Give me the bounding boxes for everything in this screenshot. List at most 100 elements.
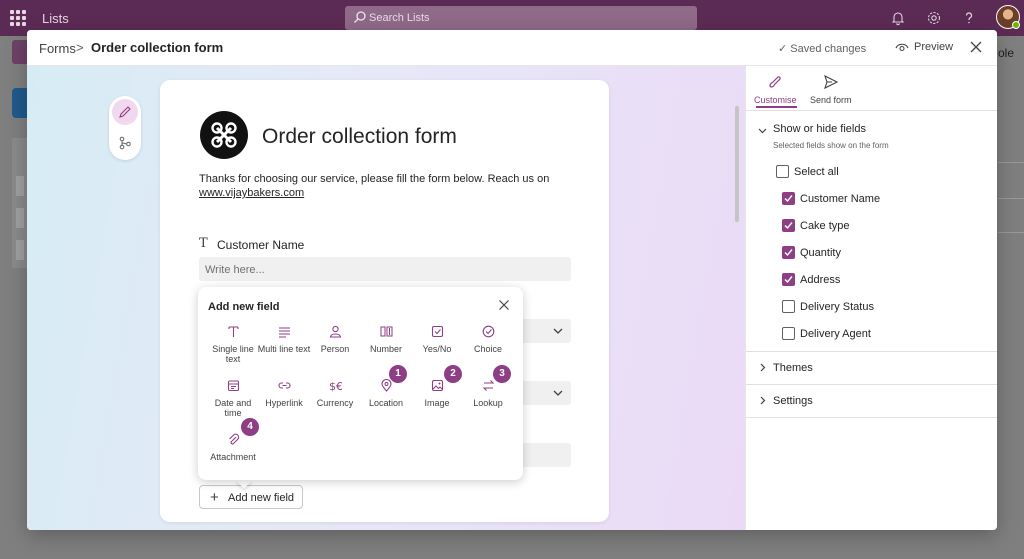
option-currency[interactable]: $€ Currency	[308, 379, 362, 408]
field-label-customer-name[interactable]: Customer Name	[217, 238, 304, 252]
breadcrumb-separator: >	[76, 40, 84, 55]
field-toggle-label[interactable]: Delivery Status	[800, 301, 874, 313]
checkbox-address[interactable]	[782, 273, 795, 286]
option-person[interactable]: Person	[308, 325, 362, 354]
logo-knot-icon	[211, 122, 237, 148]
option-single-line-text[interactable]: Single line text	[206, 325, 260, 364]
customer-name-input[interactable]: Write here...	[199, 257, 571, 281]
field-toggle-label[interactable]: Delivery Agent	[800, 328, 871, 340]
gear-icon[interactable]	[926, 10, 942, 26]
checkbox-quantity[interactable]	[782, 246, 795, 259]
calendar-icon	[227, 380, 239, 392]
active-tab-indicator	[756, 106, 797, 108]
callout-badge-3: 3	[493, 365, 511, 383]
select-all-label[interactable]: Select all	[794, 166, 839, 178]
tab-customise-label: Customise	[754, 95, 797, 105]
option-choice[interactable]: Choice	[461, 325, 515, 354]
tool-rail	[109, 96, 141, 160]
option-yes-no[interactable]: Yes/No	[410, 325, 464, 354]
background-divider	[998, 162, 1024, 163]
themes-title: Themes	[773, 362, 813, 374]
form-description[interactable]: Thanks for choosing our service, please …	[199, 172, 559, 187]
option-attachment[interactable]: Attachment	[206, 433, 260, 462]
option-label: Attachment	[210, 452, 256, 462]
chevron-down-icon	[758, 128, 767, 134]
saved-status: ✓ Saved changes	[778, 43, 867, 55]
branch-icon	[119, 136, 131, 150]
select-all-checkbox[interactable]	[776, 165, 789, 178]
checkmark-icon	[784, 276, 793, 284]
close-icon[interactable]	[498, 299, 510, 311]
option-label: Location	[368, 398, 404, 408]
branching-tool-button[interactable]	[112, 130, 138, 156]
callout-badge-2: 2	[444, 365, 462, 383]
text-icon	[227, 326, 239, 337]
link-icon	[277, 382, 291, 389]
canvas-scrollbar[interactable]	[735, 106, 739, 222]
preview-button[interactable]: Preview	[914, 41, 953, 53]
form-title[interactable]: Order collection form	[262, 125, 457, 149]
show-hide-title: Show or hide fields	[773, 123, 866, 135]
add-new-field-label: Add new field	[228, 492, 295, 504]
option-location[interactable]: Location	[359, 379, 413, 408]
option-lookup[interactable]: Lookup	[461, 379, 515, 408]
option-label: Single line text	[212, 344, 254, 364]
eye-icon[interactable]	[895, 41, 909, 53]
checkbox-delivery-status[interactable]	[782, 300, 795, 313]
option-multi-line-text[interactable]: Multi line text	[257, 325, 311, 354]
option-number[interactable]: Number	[359, 325, 413, 354]
checkbox-cake-type[interactable]	[782, 219, 795, 232]
text-field-type-icon: T	[199, 236, 208, 251]
checkmark-icon	[784, 195, 793, 203]
field-toggle-label[interactable]: Cake type	[800, 220, 850, 232]
pane-divider	[746, 110, 997, 111]
help-icon[interactable]	[961, 10, 977, 26]
breadcrumb-forms[interactable]: Forms	[39, 41, 76, 56]
tab-send-form[interactable]: Send form	[810, 74, 852, 105]
checkbox-delivery-agent[interactable]	[782, 327, 795, 340]
lookup-icon	[482, 380, 494, 391]
checkbox-customer-name[interactable]	[782, 192, 795, 205]
waffle-icon[interactable]	[10, 10, 26, 26]
background-row	[16, 176, 24, 196]
background-row	[16, 240, 24, 260]
option-date-and-time[interactable]: Date and time	[206, 379, 260, 418]
field-toggle-label[interactable]: Quantity	[800, 247, 841, 259]
breadcrumb-current: Order collection form	[91, 40, 224, 55]
image-icon	[431, 379, 443, 392]
pane-divider	[746, 384, 997, 385]
field-toggle-label[interactable]: Address	[800, 274, 840, 286]
paint-icon	[769, 76, 781, 88]
add-field-popover: Add new field Single line text Multi lin…	[198, 287, 523, 480]
option-label: Number	[369, 344, 402, 354]
edit-tool-button[interactable]	[112, 99, 138, 125]
form-website-link[interactable]: www.vijaybakers.com	[199, 187, 304, 199]
form-logo[interactable]	[200, 111, 248, 159]
chevron-down-icon	[553, 328, 563, 334]
checkmark-icon	[784, 249, 793, 257]
callout-badge-4: 4	[241, 418, 259, 436]
close-icon[interactable]	[969, 40, 983, 54]
number-icon	[380, 326, 392, 337]
background-row	[16, 208, 24, 228]
pane-divider	[746, 351, 997, 352]
option-label: Yes/No	[422, 344, 452, 354]
presence-dot	[1012, 21, 1020, 29]
option-label: Hyperlink	[265, 398, 303, 408]
attachment-icon	[228, 433, 239, 445]
suite-search-box[interactable]: Search Lists	[345, 6, 697, 30]
person-icon	[329, 325, 341, 338]
add-new-field-button[interactable]: + Add new field	[199, 485, 303, 509]
popover-title: Add new field	[208, 301, 280, 313]
option-image[interactable]: Image	[410, 379, 464, 408]
app-name[interactable]: Lists	[42, 11, 69, 26]
bell-icon[interactable]	[890, 10, 906, 26]
field-toggle-label[interactable]: Customer Name	[800, 193, 880, 205]
send-icon	[823, 74, 838, 90]
chevron-right-icon	[760, 363, 766, 372]
search-placeholder: Search Lists	[369, 12, 430, 24]
tab-send-form-label: Send form	[810, 95, 852, 105]
pane-divider	[746, 417, 997, 418]
option-hyperlink[interactable]: Hyperlink	[257, 379, 311, 408]
tab-customise[interactable]: Customise	[754, 74, 797, 105]
